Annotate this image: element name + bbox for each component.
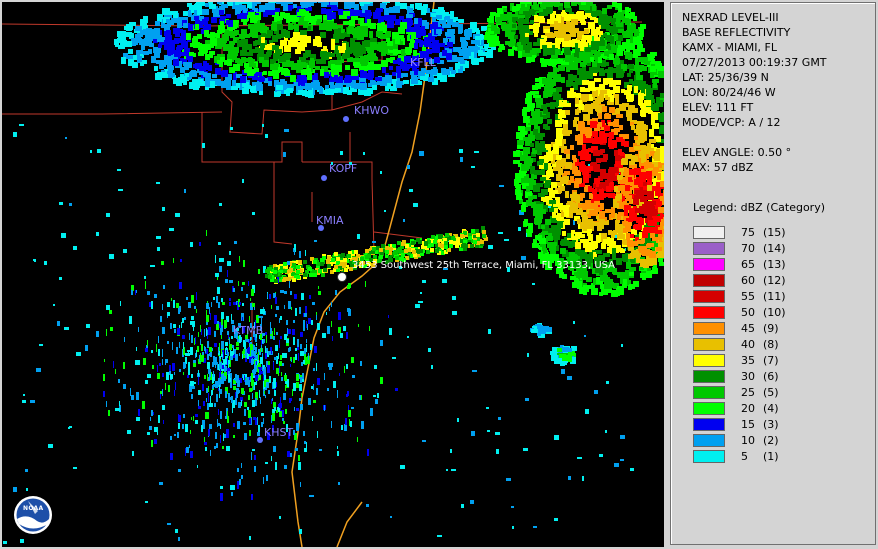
address-label: 3453 Southwest 25th Terrace, Miami, FL 3… xyxy=(352,260,616,271)
legend-dbz: 65 xyxy=(741,257,755,271)
legend-row: 20 (4) xyxy=(693,400,786,416)
radar-map[interactable]: KFLL KHWO KOPF KMIA KTMB KHST 3453 South… xyxy=(2,2,664,547)
station-name: KAMX - MIAMI, FL xyxy=(682,41,777,54)
legend-swatch xyxy=(693,257,725,271)
mode-vcp: MODE/VCP: A / 12 xyxy=(682,116,781,129)
legend-dbz: 5 xyxy=(741,449,748,463)
legend-row: 65 (13) xyxy=(693,256,786,272)
legend-title: Legend: dBZ (Category) xyxy=(693,201,825,214)
legend-dbz: 10 xyxy=(741,433,755,447)
legend-category: (8) xyxy=(763,337,779,351)
legend-row: 60 (12) xyxy=(693,272,786,288)
legend-category: (9) xyxy=(763,321,779,335)
legend-category: (15) xyxy=(763,225,786,239)
station-label-khwo: KHWO xyxy=(354,104,390,117)
legend-swatch xyxy=(693,385,725,399)
legend-dbz: 60 xyxy=(741,273,755,287)
legend-row: 35 (7) xyxy=(693,352,786,368)
legend-category: (11) xyxy=(763,289,786,303)
legend-dbz: 40 xyxy=(741,337,755,351)
legend-swatch xyxy=(693,273,725,287)
legend-row: 45 (9) xyxy=(693,320,786,336)
station-label-kopf: KOPF xyxy=(329,162,358,175)
legend-swatch xyxy=(693,449,725,463)
legend-dbz: 25 xyxy=(741,385,755,399)
legend-dbz: 75 xyxy=(741,225,755,239)
legend-swatch xyxy=(693,337,725,351)
info-panel: NEXRAD LEVEL-III BASE REFLECTIVITY KAMX … xyxy=(670,2,876,545)
legend-swatch xyxy=(693,305,725,319)
elevation: ELEV: 111 FT xyxy=(682,101,754,114)
legend-swatch xyxy=(693,321,725,335)
legend-row: 5 (1) xyxy=(693,448,786,464)
legend-category: (6) xyxy=(763,369,779,383)
legend-row: 15 (3) xyxy=(693,416,786,432)
legend-row: 40 (8) xyxy=(693,336,786,352)
legend-category: (4) xyxy=(763,401,779,415)
legend-category: (10) xyxy=(763,305,786,319)
noaa-logo xyxy=(14,496,52,534)
legend-swatch xyxy=(693,417,725,431)
legend-swatch xyxy=(693,353,725,367)
legend-dbz: 55 xyxy=(741,289,755,303)
product-name: NEXRAD LEVEL-III xyxy=(682,11,779,24)
latitude: LAT: 25/36/39 N xyxy=(682,71,769,84)
legend-swatch xyxy=(693,401,725,415)
legend-dbz: 50 xyxy=(741,305,755,319)
legend-swatch xyxy=(693,369,725,383)
legend-swatch xyxy=(693,289,725,303)
legend-category: (14) xyxy=(763,241,786,255)
legend-swatch xyxy=(693,225,725,239)
address-marker xyxy=(337,272,347,282)
longitude: LON: 80/24/46 W xyxy=(682,86,776,99)
legend-category: (3) xyxy=(763,417,779,431)
legend-category: (13) xyxy=(763,257,786,271)
legend-row: 50 (10) xyxy=(693,304,786,320)
legend-row: 25 (5) xyxy=(693,384,786,400)
product-type: BASE REFLECTIVITY xyxy=(682,26,791,39)
legend-category: (12) xyxy=(763,273,786,287)
legend-row: 10 (2) xyxy=(693,432,786,448)
legend-swatch xyxy=(693,433,725,447)
station-label-ktmb: KTMB xyxy=(233,324,264,337)
legend-dbz: 15 xyxy=(741,417,755,431)
station-label-khst: KHST xyxy=(264,426,294,439)
legend-category: (2) xyxy=(763,433,779,447)
radar-info: NEXRAD LEVEL-III BASE REFLECTIVITY KAMX … xyxy=(682,10,827,175)
legend-dbz: 45 xyxy=(741,321,755,335)
legend-row: 70 (14) xyxy=(693,240,786,256)
legend-dbz: 35 xyxy=(741,353,755,367)
legend-row: 55 (11) xyxy=(693,288,786,304)
legend-dbz: 70 xyxy=(741,241,755,255)
max-dbz: MAX: 57 dBZ xyxy=(682,161,754,174)
timestamp: 07/27/2013 00:19:37 GMT xyxy=(682,56,827,69)
legend-category: (5) xyxy=(763,385,779,399)
station-label-kfll: KFLL xyxy=(410,56,436,69)
legend-dbz: 20 xyxy=(741,401,755,415)
noaa-logo-text: NOAA xyxy=(23,505,44,512)
station-label-kmia: KMIA xyxy=(316,214,344,227)
legend-dbz: 30 xyxy=(741,369,755,383)
elev-angle: ELEV ANGLE: 0.50 ° xyxy=(682,146,792,159)
legend-row: 30 (6) xyxy=(693,368,786,384)
radar-reflectivity-layer xyxy=(2,2,664,547)
legend-category: (1) xyxy=(763,449,779,463)
legend-row: 75 (15) xyxy=(693,224,786,240)
legend-swatch xyxy=(693,241,725,255)
legend-category: (7) xyxy=(763,353,779,367)
legend: 75 (15) 70 (14) 65 (13) 60 (12) 55 (11) 50 (10) 45 (9… xyxy=(693,224,786,464)
